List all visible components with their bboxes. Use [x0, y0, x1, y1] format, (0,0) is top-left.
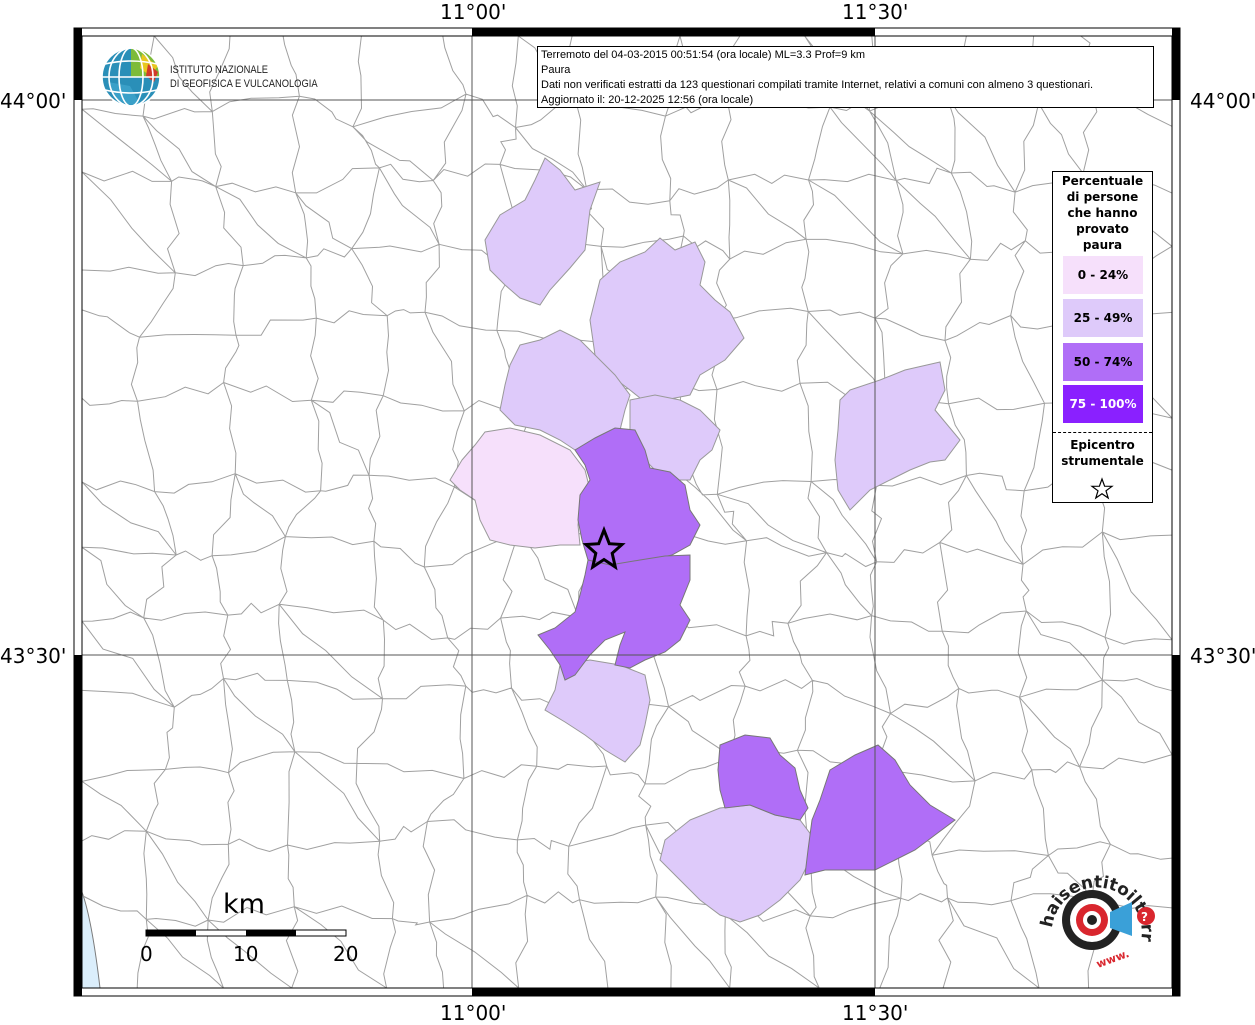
lat-label-bottom-left: 43°30' [0, 644, 67, 668]
scale-bar: km 0 10 20 [135, 885, 365, 975]
legend-title-line: paura [1082, 238, 1123, 252]
lon-label-bottom-left: 11°00' [440, 1001, 507, 1025]
lat-label-top-right: 44°00' [1190, 89, 1255, 113]
scale-bar-graphic [145, 929, 347, 937]
legend-swatch-0-24: 0 - 24% [1063, 256, 1143, 294]
legend-swatch-label: 50 - 74% [1073, 355, 1133, 369]
lon-label-top-right: 11°30' [842, 0, 909, 24]
event-info-line4: Aggiornato il: 20-12-2025 12:56 (ora loc… [541, 94, 754, 106]
legend-epicenter-line: strumentale [1061, 454, 1144, 468]
lat-label-top-left: 44°00' [0, 89, 67, 113]
legend: Percentuale di persone che hanno provato… [1052, 171, 1153, 503]
event-info-box: Terremoto del 04-03-2015 00:51:54 (ora l… [537, 46, 1154, 108]
legend-swatch-25-49: 25 - 49% [1063, 299, 1143, 337]
star-icon [1090, 477, 1114, 500]
haisentito-logo-graphic: haisentitoilterremoto.it ? www. [1021, 835, 1157, 971]
event-info-line2: Paura [541, 64, 571, 76]
legend-swatch-75-100: 75 - 100% [1063, 385, 1143, 423]
legend-epicenter-title: Epicentro strumentale [1053, 437, 1152, 469]
haisentito-logo: haisentitoilterremoto.it ? www. [1021, 835, 1180, 980]
legend-swatch-label: 25 - 49% [1073, 311, 1133, 325]
scale-tick-10: 10 [233, 942, 259, 966]
legend-title-line: provato [1076, 222, 1129, 236]
lon-label-bottom-right: 11°30' [842, 1001, 909, 1025]
event-info-line3: Dati non verificati estratti da 123 ques… [541, 79, 1094, 91]
legend-swatch-label: 0 - 24% [1077, 268, 1129, 282]
svg-text:?: ? [1141, 910, 1148, 924]
scale-unit: km [223, 889, 265, 920]
legend-epicenter-line: Epicentro [1070, 438, 1135, 452]
haisentito-logo-prefix: www. [1095, 947, 1131, 971]
scale-tick-20: 20 [333, 942, 359, 966]
legend-title: Percentuale di persone che hanno provato… [1053, 172, 1152, 253]
lon-label-top-left: 11°00' [440, 0, 507, 24]
legend-title-line: di persone [1066, 190, 1139, 204]
globe-icon [101, 47, 161, 107]
legend-swatch-label: 75 - 100% [1069, 397, 1137, 411]
event-info-line1: Terremoto del 04-03-2015 00:51:54 (ora l… [541, 49, 866, 61]
lat-label-bottom-right: 43°30' [1190, 644, 1255, 668]
ingv-logo-line2: DI GEOFISICA E VULCANOLOGIA [170, 78, 318, 90]
ingv-logo-line1: ISTITUTO NAZIONALE [170, 64, 269, 76]
legend-separator [1053, 432, 1152, 433]
ingv-logo-text: ISTITUTO NAZIONALE DI GEOFISICA E VULCAN… [170, 63, 318, 91]
legend-title-line: che hanno [1067, 206, 1138, 220]
ingv-logo [100, 46, 162, 112]
scale-tick-0: 0 [140, 942, 153, 966]
legend-swatch-50-74: 50 - 74% [1063, 343, 1143, 381]
legend-title-line: Percentuale [1061, 174, 1144, 188]
